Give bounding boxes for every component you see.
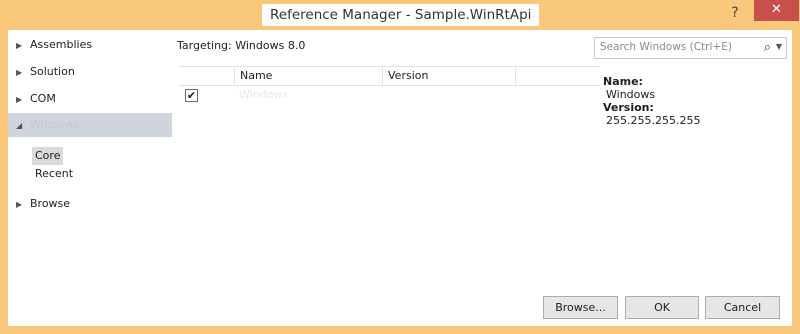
nav-item-assemblies[interactable]: ▶ Assemblies — [8, 33, 172, 57]
detail-version-label: Version: — [603, 101, 654, 114]
nav-item-browse[interactable]: ▶ Browse — [8, 192, 172, 216]
title-bar[interactable]: Reference Manager - Sample.WinRtApi ? ✕ — [0, 0, 800, 30]
nav-item-label: Windows — [30, 118, 80, 131]
targeting-label: Targeting: Windows 8.0 — [177, 39, 306, 52]
browse-button[interactable]: Browse... — [543, 296, 618, 319]
detail-name-label: Name: — [603, 75, 643, 88]
nav-subitem-recent[interactable]: Recent — [32, 165, 76, 183]
expand-arrow-icon[interactable]: ▶ — [16, 61, 30, 85]
chevron-down-icon[interactable]: ▼ — [776, 42, 782, 51]
cancel-button[interactable]: Cancel — [705, 296, 780, 319]
detail-name-value: Windows — [606, 88, 656, 101]
search-input[interactable]: Search Windows (Ctrl+E) — [600, 41, 732, 53]
ok-button[interactable]: OK — [625, 296, 699, 319]
row-name: Windows — [239, 88, 289, 101]
column-header-name[interactable]: Name — [234, 67, 382, 86]
collapse-arrow-icon[interactable]: ◢ — [16, 114, 30, 138]
left-nav: ▶ Assemblies ▶ Solution ▶ COM ◢ Windows Core… — [8, 30, 172, 326]
reference-list: Name Version ✔ Windows — [179, 66, 600, 286]
nav-item-windows[interactable]: ◢ Windows — [8, 113, 172, 137]
column-header-version[interactable]: Version — [382, 67, 515, 86]
reference-manager-window: Reference Manager - Sample.WinRtApi ? ✕ … — [0, 0, 800, 334]
nav-item-label: COM — [30, 92, 56, 105]
search-icon[interactable]: ⌕ — [764, 40, 771, 55]
expand-arrow-icon[interactable]: ▶ — [16, 193, 30, 217]
nav-item-label: Assemblies — [30, 38, 93, 51]
nav-item-label: Browse — [30, 197, 71, 210]
dialog-content: ▶ Assemblies ▶ Solution ▶ COM ◢ Windows Core… — [8, 30, 792, 326]
nav-item-solution[interactable]: ▶ Solution — [8, 60, 172, 84]
search-box[interactable]: Search Windows (Ctrl+E) ⌕ ▼ — [594, 37, 787, 59]
list-header: Name Version — [179, 66, 600, 86]
reference-checkbox[interactable]: ✔ — [185, 89, 198, 102]
nav-subitem-core[interactable]: Core — [32, 147, 64, 165]
nav-item-label: Solution — [30, 65, 75, 78]
column-header-extra[interactable] — [515, 67, 600, 86]
details-panel: Name: Windows Version: 255.255.255.255 — [603, 75, 788, 127]
window-title: Reference Manager - Sample.WinRtApi — [262, 4, 540, 26]
expand-arrow-icon[interactable]: ▶ — [16, 88, 30, 112]
nav-item-com[interactable]: ▶ COM — [8, 87, 172, 111]
help-button[interactable]: ? — [726, 3, 744, 23]
list-item[interactable]: ✔ Windows — [179, 86, 600, 104]
column-header-check[interactable] — [179, 67, 234, 86]
expand-arrow-icon[interactable]: ▶ — [16, 34, 30, 58]
detail-version-value: 255.255.255.255 — [606, 114, 701, 127]
close-button[interactable]: ✕ — [754, 0, 799, 21]
